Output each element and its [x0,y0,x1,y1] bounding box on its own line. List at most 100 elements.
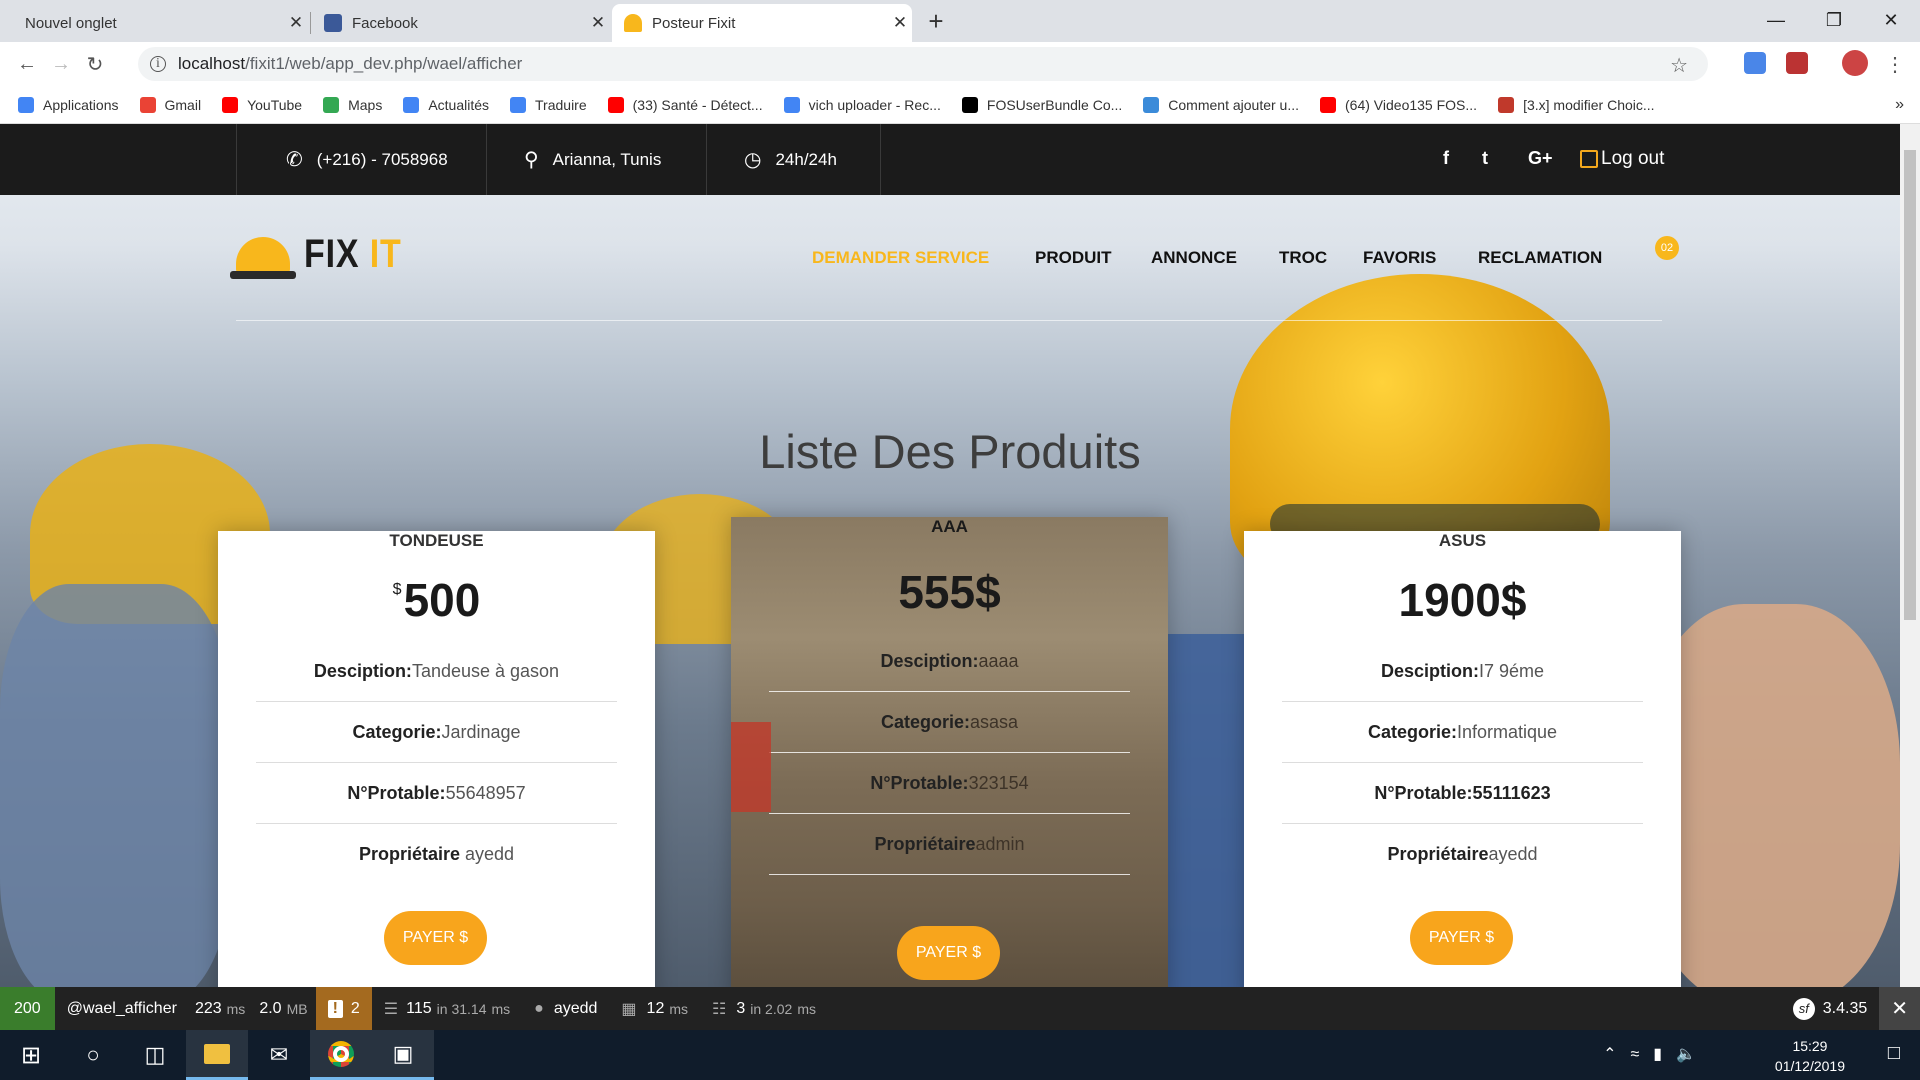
logout-link[interactable]: Log out [1580,148,1664,170]
tab-close-icon[interactable]: ✕ [586,13,610,33]
translate-extension-icon[interactable] [1744,52,1766,74]
pay-button[interactable]: PAYER $ [1410,911,1513,965]
close-window-icon[interactable]: ✕ [1862,0,1920,40]
chrome-icon[interactable] [310,1030,372,1080]
memory-usage[interactable]: 2.0 MB [251,987,315,1030]
cart-badge[interactable]: 02 [1655,236,1679,260]
search-icon[interactable]: ○ [62,1030,124,1080]
task-view-icon[interactable]: ◫ [124,1030,186,1080]
close-toolbar-icon[interactable]: ✕ [1879,987,1920,1030]
bookmark-item[interactable]: Comment ajouter u... [1143,97,1299,113]
new-tab-button[interactable]: + [922,6,950,37]
pay-button[interactable]: PAYER $ [897,926,1000,980]
nav-annonce[interactable]: ANNONCE [1151,248,1237,268]
scrollbar-thumb[interactable] [1904,150,1916,620]
warning-icon: ! [327,999,343,1018]
nav-produit[interactable]: PRODUIT [1035,248,1112,268]
user-icon: ● [534,999,544,1017]
symfony-version[interactable]: sf 3.4.35 [1781,987,1879,1030]
file-explorer-icon[interactable] [186,1030,248,1080]
request-time[interactable]: 223 ms [189,987,251,1030]
browser-tab-bar: Nouvel onglet ✕ Facebook ✕ Posteur Fixit… [0,0,1920,42]
warnings-badge[interactable]: ! 2 [315,987,372,1030]
notification-icon[interactable]: □ [1888,1042,1900,1065]
youtube-icon [607,97,624,113]
forward-icon[interactable]: → [44,53,78,76]
bookmark-item[interactable]: Gmail [139,97,201,113]
phone-info: ✆ (+216) - 7058968 [286,149,448,171]
code-icon [1143,97,1160,113]
bookmark-item[interactable]: [3.x] modifier Choic... [1498,97,1655,113]
bookmark-item[interactable]: FOSUserBundle Co... [961,97,1122,113]
google-icon [783,97,800,113]
hours-info: ◷ 24h/24h [744,149,837,171]
system-tray-icons[interactable]: ⌃≈▮🔈 [1603,1044,1710,1064]
avatar[interactable] [1842,50,1868,76]
windows-start-icon[interactable]: ⊞ [0,1030,62,1080]
bookmark-item[interactable]: (33) Santé - Détect... [607,97,763,113]
taskbar-clock[interactable]: 15:29 01/12/2019 [1775,1036,1845,1076]
bookmark-item[interactable]: Actualités [403,97,489,113]
product-name: ASUS [1438,531,1487,550]
clock-icon: ◷ [744,149,762,171]
bookmark-star-icon[interactable]: ☆ [1670,53,1688,78]
product-owner: Propriétaire ayedd [358,844,515,864]
bookmark-item[interactable]: (64) Video135 FOS... [1320,97,1477,113]
nav-demander-service[interactable]: DEMANDER SERVICE [812,248,989,268]
contact-strip: ✆ (+216) - 7058968 ⚲ Arianna, Tunis ◷ 24h/2… [0,124,1900,195]
twitter-icon[interactable]: t [1482,148,1488,169]
location-info: ⚲ Arianna, Tunis [524,149,662,171]
status-code[interactable]: 200 [0,987,55,1030]
product-card: ASUS 1900$ Desciption:I7 9éme Categorie:… [1244,531,1681,987]
back-icon[interactable]: ← [10,53,44,76]
cache-calls[interactable]: ☷ 3 in 2.02 ms [700,987,828,1030]
doctrine-queries[interactable]: ☰ 115 in 31.14 ms [372,987,522,1030]
google-plus-icon[interactable]: G+ [1528,148,1553,169]
info-icon[interactable]: i [150,56,166,72]
page-scrollbar[interactable] [1900,124,1920,987]
url-field[interactable]: i localhost/fixit1/web/app_dev.php/wael/… [138,47,1708,81]
tab-close-icon[interactable]: ✕ [888,13,912,33]
bookmark-item[interactable]: YouTube [222,97,302,113]
map-pin-icon: ⚲ [524,149,539,171]
product-category: Categorie:Jardinage [256,702,617,763]
divider [236,320,1662,321]
nav-reclamation[interactable]: RECLAMATION [1478,248,1602,268]
browser-menu-icon[interactable]: ⋮ [1878,52,1912,77]
product-category: Categorie:Informatique [1282,702,1643,763]
product-description: Desciption:Tandeuse à gason [256,641,617,702]
security-user[interactable]: ● ayedd [522,987,609,1030]
pdf-extension-icon[interactable] [1786,52,1808,74]
mail-icon[interactable]: ✉ [248,1030,310,1080]
tab-new-tab[interactable]: Nouvel onglet ✕ [8,4,308,42]
bookmark-item[interactable]: Applications [18,97,119,113]
tab-close-icon[interactable]: ✕ [284,13,308,33]
tab-title: Facebook [352,14,418,32]
address-bar: ← → ↻ i localhost/fixit1/web/app_dev.php… [0,42,1920,87]
more-bookmarks-icon[interactable]: » [1895,96,1904,114]
pay-button[interactable]: PAYER $ [384,911,487,965]
product-phone: N°Protable:55111623 [1282,763,1643,824]
nav-favoris[interactable]: FAVORIS [1363,248,1436,268]
route-name[interactable]: @wael_afficher [55,987,189,1030]
product-price: 1900$ [1398,574,1527,626]
nav-troc[interactable]: TROC [1279,248,1327,268]
twig-time[interactable]: ▦ 12 ms [609,987,700,1030]
minimize-icon[interactable]: — [1747,0,1805,40]
bookmark-item[interactable]: Traduire [510,97,587,113]
facebook-icon[interactable]: f [1443,148,1449,169]
page-title: Liste Des Produits [759,425,1141,478]
translate-icon [510,97,527,113]
photos-icon[interactable]: ▣ [372,1030,434,1080]
tab-posteur-fixit[interactable]: Posteur Fixit ✕ [612,4,912,42]
youtube-icon [1320,97,1337,113]
bookmark-item[interactable]: vich uploader - Rec... [783,97,941,113]
bookmark-item[interactable]: Maps [323,97,382,113]
symfony-icon: sf [1792,997,1815,1020]
cache-icon: ☷ [712,1000,727,1018]
fixit-logo[interactable]: FIX IT [230,232,419,279]
product-price: $500 [392,574,481,626]
reload-icon[interactable]: ↻ [78,52,112,77]
restore-icon[interactable]: ❐ [1805,0,1863,40]
tab-facebook[interactable]: Facebook ✕ [312,4,610,42]
